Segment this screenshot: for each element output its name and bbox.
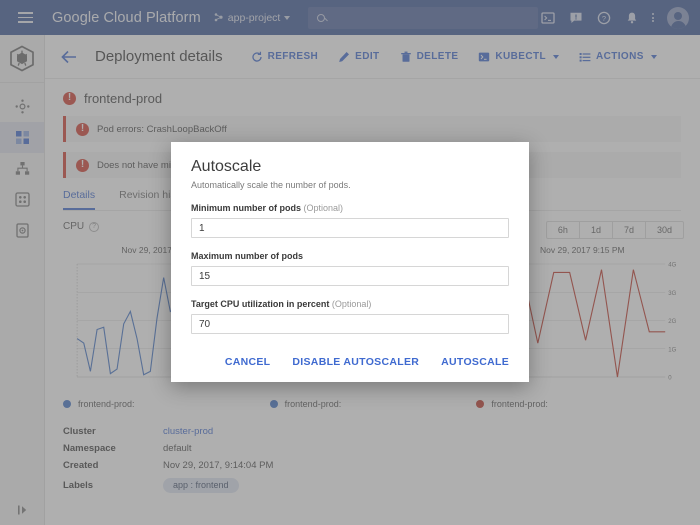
max-pods-label: Maximum number of pods <box>191 251 509 261</box>
autoscale-button[interactable]: AUTOSCALE <box>441 356 509 368</box>
min-pods-label: Minimum number of pods (Optional) <box>191 203 509 213</box>
cancel-button[interactable]: CANCEL <box>225 356 271 368</box>
target-cpu-label: Target CPU utilization in percent (Optio… <box>191 299 509 309</box>
disable-autoscaler-button[interactable]: DISABLE AUTOSCALER <box>292 356 419 368</box>
dialog-title: Autoscale <box>191 158 262 175</box>
min-pods-input[interactable] <box>191 218 509 238</box>
max-pods-label-text: Maximum number of pods <box>191 251 304 261</box>
min-pods-label-text: Minimum number of pods <box>191 203 301 213</box>
target-cpu-input[interactable] <box>191 314 509 334</box>
min-pods-field: Minimum number of pods (Optional) <box>191 203 509 238</box>
min-pods-optional: (Optional) <box>303 203 344 213</box>
target-cpu-optional: (Optional) <box>331 299 372 309</box>
target-cpu-label-text: Target CPU utilization in percent <box>191 299 330 309</box>
max-pods-field: Maximum number of pods <box>191 251 509 286</box>
dialog-subtitle: Automatically scale the number of pods. <box>191 180 351 190</box>
target-cpu-field: Target CPU utilization in percent (Optio… <box>191 299 509 334</box>
dialog-actions: CANCEL DISABLE AUTOSCALER AUTOSCALE <box>225 356 509 368</box>
autoscale-dialog: Autoscale Automatically scale the number… <box>171 142 529 382</box>
max-pods-input[interactable] <box>191 266 509 286</box>
app-root: Google Cloud Platform app-project ? <box>0 0 700 525</box>
